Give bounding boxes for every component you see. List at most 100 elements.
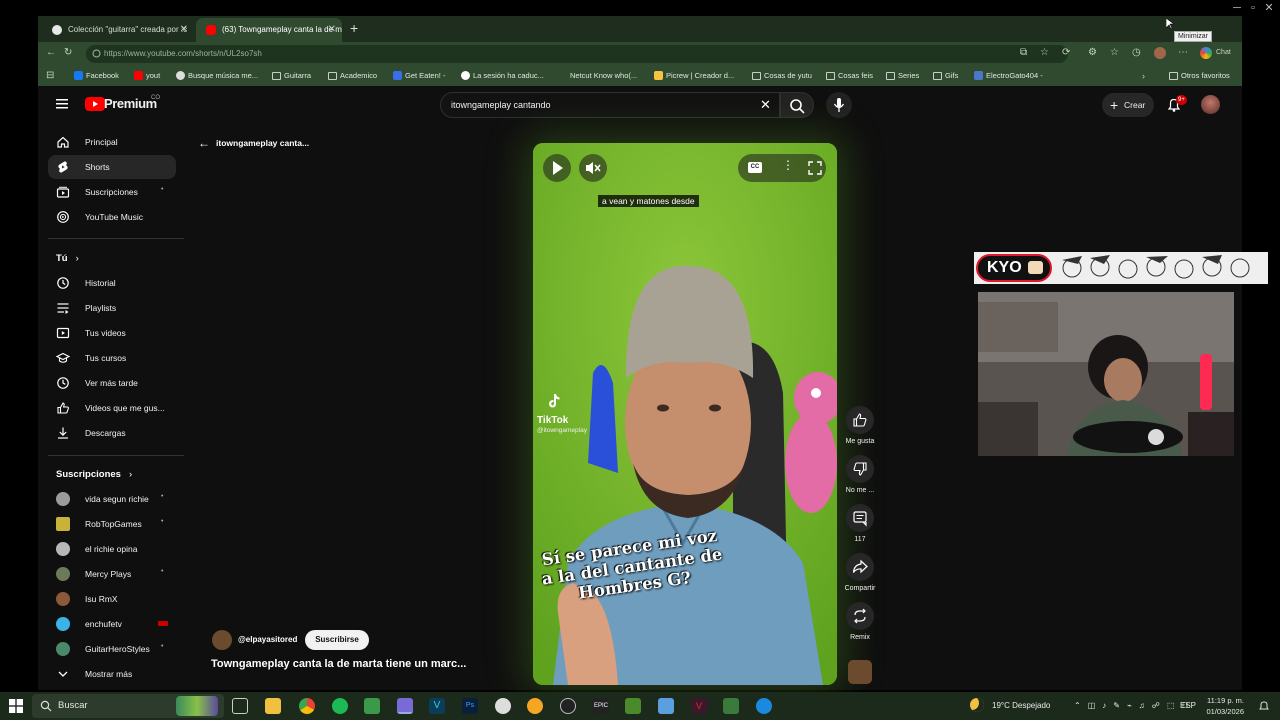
maximize-icon[interactable]: ▫: [1246, 2, 1260, 14]
remix-button[interactable]: [846, 602, 874, 630]
profile-avatar[interactable]: [1154, 47, 1166, 59]
reload-icon[interactable]: ↻: [64, 46, 72, 60]
sidebar-you-header[interactable]: Tú ›: [56, 253, 79, 264]
sidebar-item-historial[interactable]: Historial: [48, 271, 176, 295]
more-menu-icon[interactable]: ⋯: [1178, 46, 1188, 60]
youtube-logo-icon[interactable]: [85, 97, 105, 111]
tab-close-icon[interactable]: ✕: [328, 18, 336, 42]
app-icon-notes[interactable]: [723, 698, 739, 714]
sidebar-item-playlists[interactable]: Playlists: [48, 296, 176, 320]
opera-gx-icon[interactable]: [397, 698, 413, 714]
share-button[interactable]: [846, 553, 874, 581]
bookmarks-overflow-icon[interactable]: ›: [1142, 66, 1145, 86]
bookmark-facebook[interactable]: Facebook: [74, 66, 119, 86]
new-tab-button[interactable]: +: [350, 20, 358, 36]
tab-guitarra-collection[interactable]: Colección "guitarra" creada por :c ✕: [42, 18, 194, 42]
history-toolbar-icon[interactable]: ◷: [1132, 46, 1141, 60]
subscription-robtopgames[interactable]: RobTopGames: [48, 512, 176, 536]
app-icon-v-red[interactable]: V: [691, 698, 707, 714]
captions-icon[interactable]: CC: [748, 162, 762, 173]
extension-icon-2[interactable]: ⚙: [1088, 46, 1097, 60]
vegas-icon[interactable]: V: [429, 698, 445, 714]
close-window-icon[interactable]: ✕: [1262, 2, 1276, 14]
play-button[interactable]: [543, 154, 571, 182]
voice-search-button[interactable]: [826, 92, 852, 118]
sidebar-item-tus-videos[interactable]: Tus videos: [48, 321, 176, 345]
sidebar-subscriptions-header[interactable]: Suscripciones ›: [56, 469, 132, 480]
bookmark-sesion-caducada[interactable]: La sesión ha caduc...: [461, 66, 544, 86]
comments-button[interactable]: [846, 504, 874, 532]
tab-youtube-short[interactable]: (63) Towngameplay canta la de m ✕: [196, 18, 342, 42]
site-info-icon[interactable]: [92, 49, 101, 58]
sidebar-show-more[interactable]: Mostrar más: [48, 662, 176, 686]
app-icon-orange[interactable]: [527, 698, 543, 714]
dislike-button[interactable]: [846, 455, 874, 483]
chat-label[interactable]: Chat: [1216, 47, 1231, 59]
weather-text[interactable]: 19°C Despejado: [992, 692, 1050, 720]
bookmark-get-eaten[interactable]: Get Eaten! -: [393, 66, 445, 86]
favorites-icon[interactable]: ☆: [1110, 46, 1119, 60]
minecraft-icon[interactable]: [625, 698, 641, 714]
shorts-video-player[interactable]: CC ⋮ a vean y matones desde TikTok @itow…: [533, 143, 837, 685]
back-arrow-icon[interactable]: ←: [46, 46, 56, 60]
bookmark-netcut[interactable]: Netcut Know who(...: [558, 66, 637, 86]
input-language[interactable]: ESP: [1180, 692, 1196, 720]
sidebar-item-descargas[interactable]: Descargas: [48, 421, 176, 445]
bookmark-academico[interactable]: Academico: [328, 66, 377, 86]
sidebar-item-suscripciones[interactable]: Suscripciones: [48, 180, 176, 204]
taskbar-clock[interactable]: 11:19 p. m. 01/03/2026: [1200, 695, 1244, 717]
youtube-premium-logo[interactable]: Premium: [104, 96, 157, 111]
minimize-icon[interactable]: ─: [1230, 2, 1244, 14]
chrome-icon[interactable]: [299, 698, 315, 714]
spotify-icon[interactable]: [332, 698, 348, 714]
photoshop-icon[interactable]: Ps: [462, 698, 478, 714]
subscription-mercy-plays[interactable]: Mercy Plays: [48, 562, 176, 586]
epic-games-icon[interactable]: EPIC: [593, 698, 609, 714]
sidebar-item-tus-cursos[interactable]: Tus cursos: [48, 346, 176, 370]
bookmark-guitarra[interactable]: Guitarra: [272, 66, 311, 86]
windows-start-icon[interactable]: [9, 699, 23, 713]
account-avatar[interactable]: [1201, 95, 1220, 114]
back-arrow-icon[interactable]: ←: [198, 136, 210, 150]
bookmark-picrew[interactable]: Picrew | Creador d...: [654, 66, 734, 86]
bookmark-busque-musica[interactable]: Busque música me...: [176, 66, 258, 86]
system-tray-icons[interactable]: ⌃◫♪✎⌁♫☍⬚⚇: [1074, 692, 1196, 720]
channel-name[interactable]: @elpayasitored: [238, 630, 297, 650]
file-explorer-icon[interactable]: [265, 698, 281, 714]
sidebar-item-shorts[interactable]: Shorts: [48, 155, 176, 179]
install-app-icon[interactable]: ⧉: [1020, 46, 1027, 60]
subscription-vida-segun-richie[interactable]: vida segun richie: [48, 487, 176, 511]
bookmark-cosas-yutu[interactable]: Cosas de yutu: [752, 66, 812, 86]
steam-icon[interactable]: [560, 698, 576, 714]
tab-close-icon[interactable]: ✕: [180, 18, 188, 42]
video-title[interactable]: Towngameplay canta la de marta tiene un …: [211, 658, 466, 670]
task-view-icon[interactable]: [232, 698, 248, 714]
menu-icon[interactable]: [56, 98, 70, 110]
sidebar-item-ver-mas-tarde[interactable]: Ver más tarde: [48, 371, 176, 395]
copilot-icon[interactable]: [1200, 47, 1212, 59]
app-icon-blue[interactable]: [658, 698, 674, 714]
bookmark-star-icon[interactable]: ☆: [1040, 46, 1049, 60]
like-button[interactable]: [846, 406, 874, 434]
bookmark-yout[interactable]: yout: [134, 66, 160, 86]
subscribe-button[interactable]: Suscribirse: [305, 630, 369, 650]
extension-icon[interactable]: ⟳: [1062, 46, 1070, 60]
sidebar-item-principal[interactable]: Principal: [48, 130, 176, 154]
create-button[interactable]: + Crear: [1102, 93, 1154, 117]
bookmark-other-favorites[interactable]: Otros favoritos: [1169, 66, 1230, 86]
channel-avatar[interactable]: [212, 630, 232, 650]
fullscreen-icon[interactable]: [808, 161, 822, 175]
clear-search-icon[interactable]: ✕: [760, 97, 771, 113]
subscription-el-richie-opina[interactable]: el richie opina: [48, 537, 176, 561]
mute-button[interactable]: [579, 154, 607, 182]
search-button[interactable]: [780, 92, 814, 118]
bookmark-electrogato[interactable]: ElectroGato404 -: [974, 66, 1043, 86]
sound-thumbnail[interactable]: [848, 660, 872, 684]
back-to-results-link[interactable]: itowngameplay canta...: [216, 138, 309, 148]
subscription-enchufetv[interactable]: enchufetv: [48, 612, 176, 636]
sidebar-item-youtube-music[interactable]: YouTube Music: [48, 205, 176, 229]
notification-center-icon[interactable]: [1258, 700, 1270, 712]
more-options-icon[interactable]: ⋮: [782, 158, 794, 172]
bookmark-cosas-feis[interactable]: Cosas feis: [826, 66, 873, 86]
subscription-isu-rmx[interactable]: Isu RmX: [48, 587, 176, 611]
